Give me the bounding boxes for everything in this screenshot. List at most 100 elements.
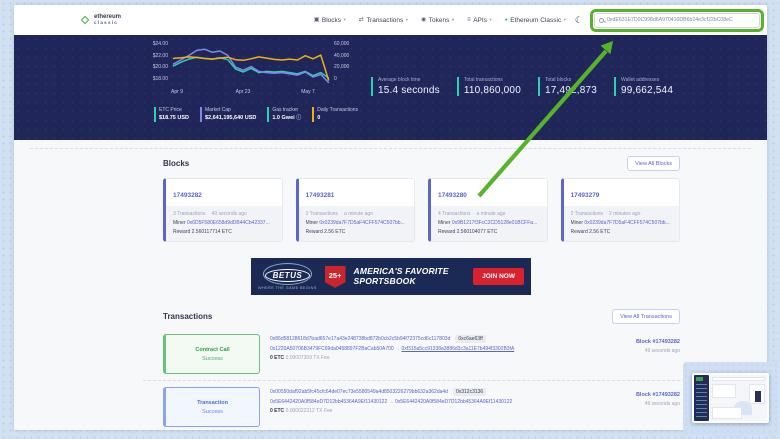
axis-tick: 60,000 xyxy=(334,42,349,47)
tx-status-label: Success xyxy=(202,356,223,362)
tx-hash-link[interactable]: 0x86d58128618d7bad657e17a43e248738bd872b… xyxy=(270,336,450,342)
ad-join-now-button[interactable]: JOIN NOW xyxy=(473,268,524,285)
pip-mini-phone xyxy=(755,391,761,402)
ad-banner-betus[interactable]: BETUS WHERE THE GAME BEGINS 25+ AMERICA'… xyxy=(251,258,531,295)
tx-from-address-link[interactable]: 0x5E6442420A0f584eD7D12bb45364A9Ef114301… xyxy=(270,399,387,405)
axis-tick: Apr 23 xyxy=(236,89,251,95)
ethereum-classic-logo[interactable]: ethereum classic xyxy=(80,14,121,26)
chart-x-axis: Apr 9 Apr 23 May 7 xyxy=(136,87,362,98)
tx-from-address-link[interactable]: 0x1220A50706B3479FC69da0458897F2BaCab50A… xyxy=(270,346,394,352)
blocks-icon: ▣ xyxy=(314,17,320,23)
tx-method-tag: 0xc6ae63ff xyxy=(455,335,485,343)
block-tx-count: 0 Transactions xyxy=(571,211,604,217)
tx-block-info: Block #17493282 49 seconds ago xyxy=(588,334,680,374)
miner-address-link[interactable]: 0x6D5F580E658d9dDB44Cb42337... xyxy=(187,220,270,226)
block-number-link[interactable]: 17493282 xyxy=(173,192,202,199)
pip-mini-topbar xyxy=(712,377,765,381)
tx-block-link[interactable]: Block #17493282 xyxy=(588,392,680,398)
block-number-link[interactable]: 17493280 xyxy=(438,192,467,199)
nav-item-transactions[interactable]: ⇄ Transactions ▾ xyxy=(359,17,408,24)
chevron-down-icon: ▾ xyxy=(344,17,346,23)
stat-value: 15.4 seconds xyxy=(378,85,440,96)
nav-item-blocks[interactable]: ▣ Blocks ▾ xyxy=(314,17,346,24)
miner-address-link[interactable]: 0x0239da7F7D5aF4CFF574C507bb... xyxy=(319,220,404,226)
nav-label: Transactions xyxy=(366,17,403,24)
block-age: a minute ago xyxy=(344,211,373,217)
tx-to-address-link[interactable]: 0x5E6442420A0f584eD7D12bb45364A9Ef114301… xyxy=(395,399,512,405)
view-all-transactions-button[interactable]: View All Transactions xyxy=(612,309,680,324)
dashed-separator xyxy=(30,148,751,149)
apis-icon: ≡ xyxy=(467,17,471,23)
view-all-blocks-button[interactable]: View All Blocks xyxy=(627,156,680,171)
price-chart: $24.00 $22.00 $20.00 $18.00 60,000 40,00… xyxy=(136,44,362,98)
legend-label: Gas tracker xyxy=(272,107,301,113)
arrow-right-icon: → xyxy=(389,399,394,405)
block-tx-count: 3 Transactions xyxy=(173,211,206,217)
pip-mini-card xyxy=(712,407,742,419)
search-input[interactable] xyxy=(607,17,755,23)
pip-mini-card xyxy=(712,384,736,398)
nav-item-apis[interactable]: ≡ APIs ▾ xyxy=(467,17,492,24)
legend-label: ETC Price xyxy=(159,107,189,113)
stat-total-blocks: Total blocks 17,492,873 xyxy=(538,77,597,96)
block-card: 17493279 0 Transactions2 minutes ago Min… xyxy=(561,178,681,242)
legend-value: 0 xyxy=(317,115,358,122)
stat-wallet-addresses: Wallet addresses 99,662,544 xyxy=(614,77,673,96)
content-area: Blocks View All Blocks 17493282 3 Transa… xyxy=(14,140,767,430)
block-number-link[interactable]: 17493279 xyxy=(571,192,600,199)
tx-fee: 0.000022312 TX Fee xyxy=(286,408,333,414)
stat-label: Average block time xyxy=(378,77,440,83)
betus-logo: BETUS WHERE THE GAME BEGINS xyxy=(258,263,317,290)
etc-diamond-icon xyxy=(80,14,90,26)
tx-block-link[interactable]: Block #17493282 xyxy=(588,339,680,345)
stat-label: Total transactions xyxy=(464,77,521,83)
legend-etc-price: ETC Price $18.75 USD xyxy=(154,107,189,122)
block-number-link[interactable]: 17493281 xyxy=(306,192,335,199)
block-cards-row: 17493282 3 Transactions 49 seconds ago Mi… xyxy=(163,178,680,242)
axis-tick: 0 xyxy=(334,77,337,82)
block-age: a minute ago xyxy=(477,211,506,217)
tx-type-label: Contract Call xyxy=(195,347,229,353)
miner-label: Miner xyxy=(438,220,451,226)
pip-mini-sidebar xyxy=(694,375,709,421)
legend-value: $18.75 USD xyxy=(159,115,189,122)
dark-mode-toggle-moon-icon[interactable]: ☾ xyxy=(575,16,583,25)
nav-item-network-selector[interactable]: ● Ethereum Classic ▾ xyxy=(505,17,566,24)
legend-label: Market Cap xyxy=(205,107,256,113)
blocks-section-title: Blocks xyxy=(163,159,189,168)
tokens-icon: ◉ xyxy=(421,17,426,23)
axis-tick: $18.00 xyxy=(153,77,168,82)
miner-address-link[interactable]: 0x0239da7F7D5aF4CFF574C507bb... xyxy=(584,220,669,226)
nav-label: Tokens xyxy=(429,17,450,24)
info-icon[interactable]: ⓘ xyxy=(296,115,301,121)
tx-hash-link[interactable]: 0x00550daf92ab5fc45cfc64de07ec73e5580549… xyxy=(270,389,448,395)
block-age: 2 minutes ago xyxy=(609,211,640,217)
stat-average-block-time: Average block time 15.4 seconds xyxy=(371,77,440,96)
pip-preview-window[interactable] xyxy=(683,362,778,436)
blocks-section-header: Blocks View All Blocks xyxy=(163,156,680,171)
stat-value: 99,662,544 xyxy=(621,85,673,96)
legend-gas-tracker: Gas tracker 1.0 Gwei ⓘ xyxy=(267,107,301,122)
tx-type-label: Transaction xyxy=(197,400,228,406)
tx-type-badge-transaction: Transaction Success xyxy=(163,387,260,427)
stat-label: Wallet addresses xyxy=(621,77,673,83)
tx-age: 49 seconds ago xyxy=(588,401,680,407)
tx-method-tag: 0x312c3136 xyxy=(453,388,486,396)
chart-left-axis: $24.00 $22.00 $20.00 $18.00 xyxy=(136,42,172,82)
hero-banner: $24.00 $22.00 $20.00 $18.00 60,000 40,00… xyxy=(14,35,767,140)
dashed-separator xyxy=(143,380,700,381)
gas-value: 1.0 Gwei xyxy=(272,115,294,121)
tx-to-address-link[interactable]: 0xf315a5cc91338a3886d3c3a11E7b494f3302B3… xyxy=(402,346,515,352)
block-age: 49 seconds ago xyxy=(212,211,247,217)
miner-address-link[interactable]: 0x9B1217f3FcC2CD5128e01BCFFa... xyxy=(452,220,537,226)
axis-tick: Apr 9 xyxy=(171,89,183,95)
block-reward: Reward 2.56 ETC xyxy=(571,228,673,237)
search-box[interactable] xyxy=(594,13,760,28)
block-reward: Reward 2.56 ETC xyxy=(306,228,408,237)
network-status-dot-icon: ● xyxy=(505,18,508,23)
nav-item-tokens[interactable]: ◉ Tokens ▾ xyxy=(421,17,454,24)
nav-menu: ▣ Blocks ▾ ⇄ Transactions ▾ ◉ Tokens ▾ ≡… xyxy=(314,17,566,24)
stat-total-transactions: Total transactions 110,860,000 xyxy=(457,77,521,96)
ad-25plus-badge: 25+ xyxy=(325,266,346,288)
axis-tick: $22.00 xyxy=(153,54,168,59)
